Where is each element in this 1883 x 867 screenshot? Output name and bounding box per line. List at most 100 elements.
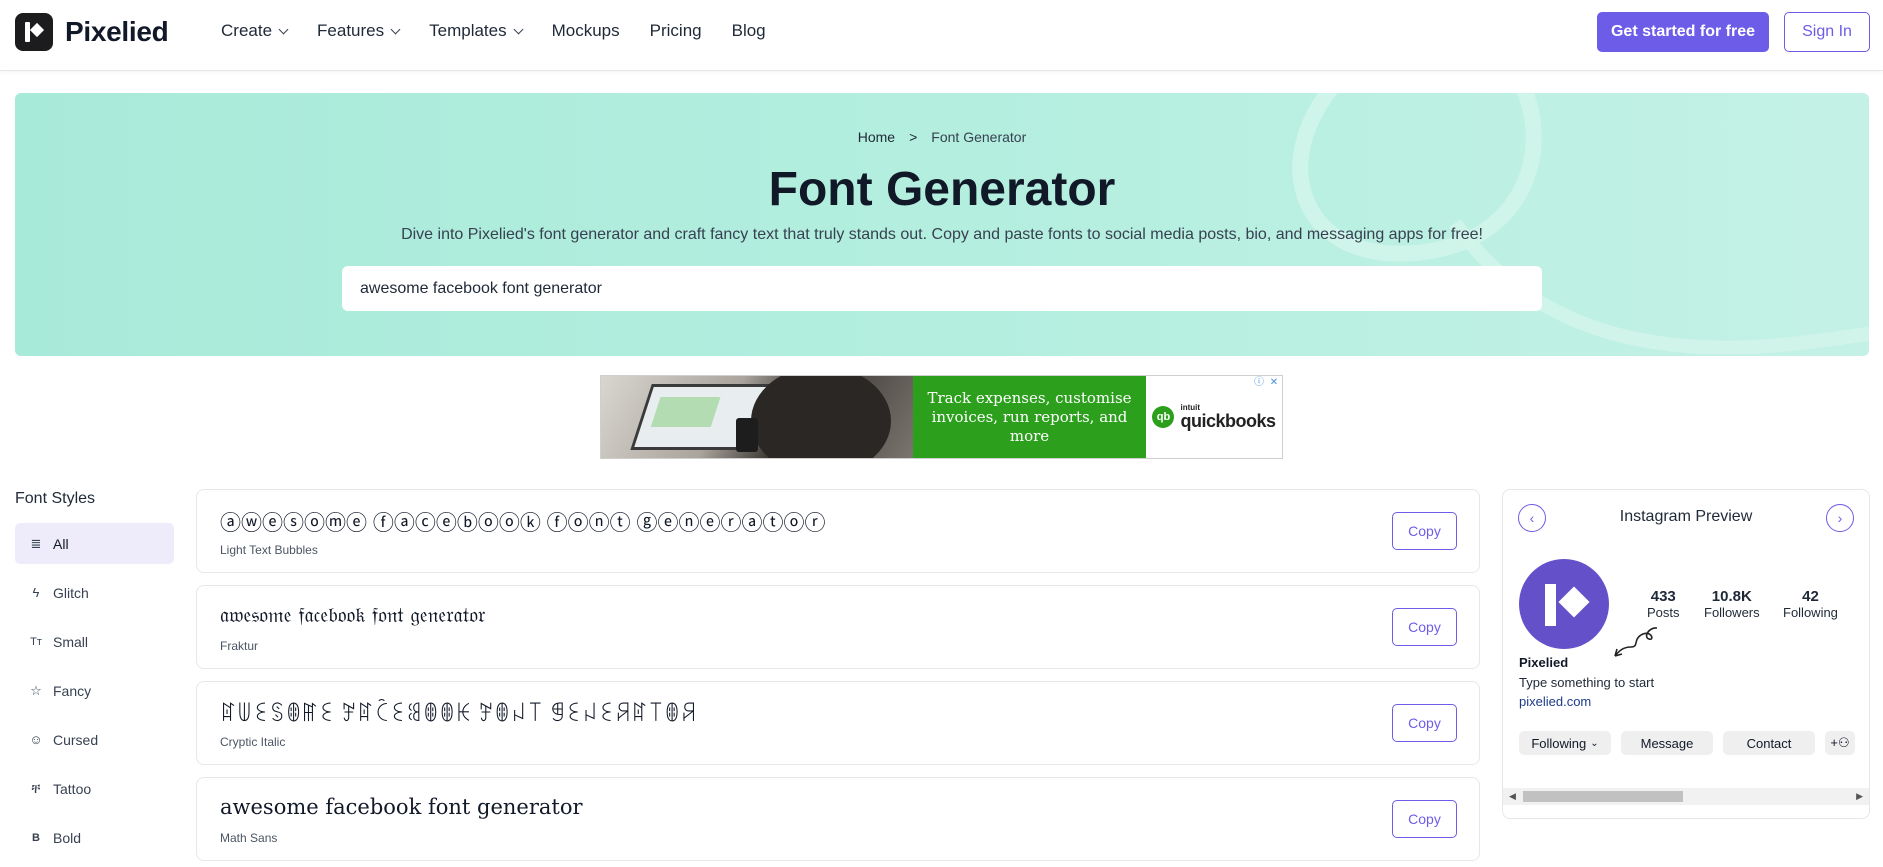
ad-controls: ⓘ ✕ — [1253, 377, 1280, 389]
font-card: 𝔞𝔴𝔢𝔰𝔬𝔪𝔢 𝔣𝔞𝔠𝔢𝔟𝔬𝔬𝔨 𝔣𝔬𝔫𝔱 𝔤𝔢𝔫𝔢𝔯𝔞𝔱𝔬𝔯 Fraktur … — [196, 585, 1480, 669]
nav-blog[interactable]: Blog — [732, 20, 766, 42]
ad-photo — [601, 376, 913, 458]
page-title: Font Generator — [768, 163, 1116, 216]
following-count: 42 — [1802, 588, 1819, 605]
font-styles-list: ≣ All ϟ Glitch Tт Small ☆ Fancy ☺ Cursed ቸ Tat… — [15, 523, 174, 866]
breadcrumb-home[interactable]: Home — [858, 129, 895, 145]
ad-info-icon[interactable]: ⓘ — [1253, 377, 1265, 389]
posts-count: 433 — [1650, 588, 1676, 605]
nav-create-label: Create — [221, 21, 273, 40]
next-preview-button[interactable]: › — [1826, 504, 1854, 532]
ad-close-icon[interactable]: ✕ — [1268, 377, 1280, 389]
nav-features[interactable]: Features — [317, 20, 401, 42]
chevron-down-icon — [278, 24, 289, 34]
scrollbar-thumb[interactable] — [1523, 791, 1683, 802]
font-card: awesome facebook font generator Math San… — [196, 777, 1480, 861]
ad-headline: Track expenses, customise invoices, run … — [913, 376, 1146, 458]
page-subtitle: Dive into Pixelied's font generator and … — [401, 226, 1483, 243]
lines-icon: ≣ — [30, 535, 42, 551]
sidebar-item-glitch[interactable]: ϟ Glitch — [15, 572, 174, 613]
copy-button[interactable]: Copy — [1392, 608, 1457, 646]
text-size-icon: Tт — [30, 635, 42, 648]
sidebar-item-tattoo[interactable]: ቸ Tattoo — [15, 768, 174, 809]
sign-in-button[interactable]: Sign In — [1784, 12, 1870, 52]
sidebar-item-label: Bold — [53, 829, 82, 846]
sidebar-item-label: Cursed — [53, 731, 99, 748]
following-button[interactable]: Following ⌄ — [1519, 731, 1611, 755]
font-sample: ꍏꅐꏂꌗꂦꂵꏂ ꎇꍏꉓꏂꌃꂦꂦꀘ ꎇꂦꈤ꓄ ꁅꏂꈤꏂꋪꍏ꓄ꂦꋪ — [220, 703, 697, 726]
sidebar-item-label: Small — [53, 633, 89, 650]
sidebar-item-cursed[interactable]: ☺ Cursed — [15, 719, 174, 760]
breadcrumb-current: Font Generator — [931, 129, 1027, 145]
font-style-name: Fraktur — [220, 639, 259, 653]
scroll-right-icon[interactable]: ▶ — [1856, 791, 1863, 802]
font-card: ⓐⓦⓔⓢⓞⓜⓔ ⓕⓐⓒⓔⓑⓞⓞⓚ ⓕⓞⓝⓣ ⓖⓔⓝⓔⓡⓐⓣⓞⓡ Light Te… — [196, 489, 1480, 573]
bolt-icon: ϟ — [32, 585, 40, 600]
font-style-name: Light Text Bubbles — [220, 543, 318, 557]
sidebar-item-small[interactable]: Tт Small — [15, 621, 174, 662]
copy-button[interactable]: Copy — [1392, 512, 1457, 550]
copy-button[interactable]: Copy — [1392, 704, 1457, 742]
sidebar-item-fancy[interactable]: ☆ Fancy — [15, 670, 174, 711]
font-sample: ⓐⓦⓔⓢⓞⓜⓔ ⓕⓐⓒⓔⓑⓞⓞⓚ ⓕⓞⓝⓣ ⓖⓔⓝⓔⓡⓐⓣⓞⓡ — [220, 512, 826, 535]
sidebar-item-label: Tattoo — [53, 780, 92, 797]
star-icon: ☆ — [30, 682, 42, 698]
sidebar-item-bold[interactable]: B Bold — [15, 817, 174, 858]
chevron-down-icon — [390, 24, 401, 34]
followers-stat: 10.8K Followers — [1704, 588, 1760, 620]
horizontal-scrollbar[interactable]: ◀ ▶ — [1503, 788, 1869, 805]
font-card: ꍏꅐꏂꌗꂦꂵꏂ ꎇꍏꉓꏂꌃꂦꂦꀘ ꎇꂦꈤ꓄ ꁅꏂꈤꏂꋪꍏ꓄ꂦꋪ Cryptic … — [196, 681, 1480, 765]
nav-templates-label: Templates — [429, 21, 507, 40]
main-nav: Create Features Templates Mockups Pricin… — [221, 20, 796, 42]
avatar — [1519, 559, 1609, 649]
following-stat: 42 Following — [1783, 588, 1838, 620]
nav-templates[interactable]: Templates — [429, 20, 524, 42]
breadcrumb: Home > Font Generator — [15, 129, 1869, 145]
nav-mockups[interactable]: Mockups — [552, 20, 620, 42]
posts-stat: 433 Posts — [1647, 588, 1680, 620]
font-sample: awesome facebook font generator — [220, 795, 583, 819]
sidebar-item-label: Fancy — [53, 682, 92, 699]
chevron-down-icon — [513, 24, 524, 34]
sidebar-item-all[interactable]: ≣ All — [15, 523, 174, 564]
nav-pricing[interactable]: Pricing — [650, 20, 702, 42]
add-person-icon: +⚇ — [1830, 735, 1850, 750]
ad-brand: qb intuit quickbooks ⓘ ✕ — [1146, 376, 1282, 458]
pixelied-logo[interactable]: Pixelied — [15, 13, 169, 51]
tattoo-icon: ቸ — [31, 780, 41, 796]
curly-arrow-icon — [1614, 627, 1658, 657]
instagram-preview-title: Instagram Preview — [1619, 508, 1753, 525]
quickbooks-logo-icon: qb — [1152, 406, 1175, 428]
breadcrumb-separator: > — [909, 129, 918, 145]
scroll-left-icon[interactable]: ◀ — [1509, 791, 1516, 802]
font-sample: 𝔞𝔴𝔢𝔰𝔬𝔪𝔢 𝔣𝔞𝔠𝔢𝔟𝔬𝔬𝔨 𝔣𝔬𝔫𝔱 𝔤𝔢𝔫𝔢𝔯𝔞𝔱𝔬𝔯 — [220, 603, 486, 627]
advertisement-banner[interactable]: Track expenses, customise invoices, run … — [600, 375, 1283, 459]
message-button[interactable]: Message — [1621, 731, 1713, 755]
profile-link[interactable]: pixelied.com — [1519, 694, 1591, 709]
chevron-right-icon: › — [1837, 510, 1843, 526]
ad-brand-name: quickbooks — [1180, 411, 1276, 431]
profile-bio: Type something to start — [1519, 675, 1655, 690]
copy-button[interactable]: Copy — [1392, 800, 1457, 838]
font-text-input[interactable] — [342, 266, 1542, 311]
profile-name: Pixelied — [1519, 655, 1569, 670]
top-navigation-bar: Pixelied Create Features Templates Mocku… — [0, 0, 1883, 71]
pixelied-logo-icon — [15, 13, 53, 51]
nav-features-label: Features — [317, 21, 385, 40]
nav-blog-label: Blog — [731, 21, 766, 40]
font-results-list: ⓐⓦⓔⓢⓞⓜⓔ ⓕⓐⓒⓔⓑⓞⓞⓚ ⓕⓞⓝⓣ ⓖⓔⓝⓔⓡⓐⓣⓞⓡ Light Te… — [196, 489, 1480, 867]
followers-count: 10.8K — [1711, 588, 1752, 605]
bold-icon: B — [32, 831, 40, 844]
font-style-name: Math Sans — [220, 831, 278, 845]
nav-create[interactable]: Create — [221, 20, 289, 42]
following-label: Following — [1783, 605, 1838, 620]
followers-label: Followers — [1704, 605, 1760, 620]
get-started-button[interactable]: Get started for free — [1597, 12, 1769, 52]
following-button-label: Following — [1531, 735, 1587, 751]
nav-pricing-label: Pricing — [649, 21, 702, 40]
chevron-down-icon: ⌄ — [1590, 737, 1599, 749]
contact-button[interactable]: Contact — [1723, 731, 1815, 755]
posts-label: Posts — [1647, 605, 1680, 620]
add-person-button[interactable]: +⚇ — [1825, 731, 1855, 755]
hero-banner: Home > Font Generator Font Generator Dive … — [15, 93, 1869, 356]
